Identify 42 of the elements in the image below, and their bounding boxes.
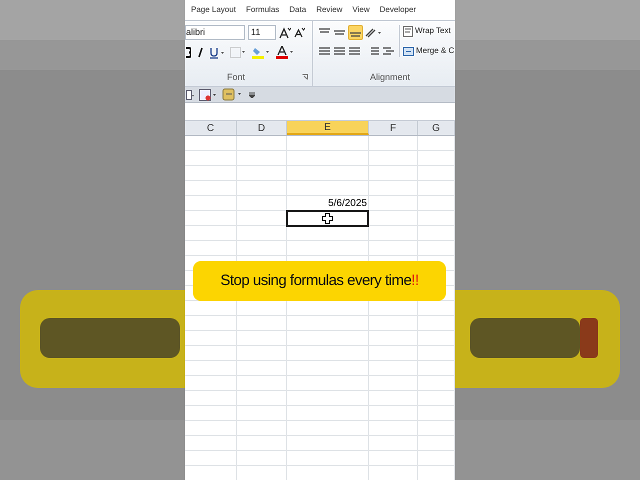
underline-icon[interactable]: [210, 46, 224, 58]
customize-toolbar-icon[interactable]: [249, 92, 255, 98]
merge-button[interactable]: Merge & C: [403, 45, 454, 57]
font-name: alibri: [186, 26, 206, 39]
toolbar-icon[interactable]: [222, 88, 244, 101]
merge-icon: [403, 46, 414, 56]
ribbon-tab[interactable]: Review: [316, 4, 342, 16]
align-center-icon[interactable]: [333, 46, 346, 57]
font-color-icon[interactable]: [276, 46, 294, 59]
cursor-icon: [322, 213, 333, 224]
dialog-launcher-icon[interactable]: [302, 74, 308, 80]
table-cell-text: 5/6/2025: [327, 197, 368, 211]
toolbar-icon[interactable]: [199, 88, 217, 100]
group-label: Font: [227, 70, 246, 84]
column-header[interactable]: G: [418, 121, 455, 135]
orientation-icon[interactable]: [365, 27, 383, 38]
wrap-text-icon: [403, 26, 413, 36]
shrink-font-icon[interactable]: [294, 27, 305, 38]
wrap-text-button[interactable]: Wrap Text: [403, 25, 454, 37]
fill-color-icon[interactable]: [252, 46, 270, 59]
toolbar-icon[interactable]: [186, 90, 194, 100]
column-header[interactable]: F: [369, 121, 418, 135]
align-bottom-button[interactable]: [348, 25, 363, 40]
bold-icon[interactable]: [186, 47, 191, 58]
group-label: Alignment: [370, 72, 410, 82]
active-cell[interactable]: [286, 210, 369, 227]
font-name-field[interactable]: alibri: [185, 25, 245, 40]
ribbon-tab[interactable]: Developer: [380, 4, 416, 16]
ribbon-tab[interactable]: View: [352, 4, 370, 16]
font-size-field[interactable]: 11: [248, 25, 276, 40]
column-header[interactable]: E: [287, 121, 369, 135]
ribbon-tab[interactable]: Data: [289, 4, 306, 16]
align-right-icon[interactable]: [348, 46, 361, 57]
caption-text: Stop using formulas every time: [220, 270, 412, 291]
italic-icon[interactable]: [197, 47, 204, 58]
column-header[interactable]: C: [185, 121, 237, 135]
ribbon-tab[interactable]: Formulas: [246, 4, 280, 16]
align-left-icon[interactable]: [318, 46, 331, 57]
increase-indent-icon[interactable]: [382, 46, 395, 57]
ribbon-tab[interactable]: Page Layout: [191, 4, 236, 16]
grow-font-icon[interactable]: [279, 26, 291, 38]
exclamation-marks: !!: [411, 270, 419, 291]
